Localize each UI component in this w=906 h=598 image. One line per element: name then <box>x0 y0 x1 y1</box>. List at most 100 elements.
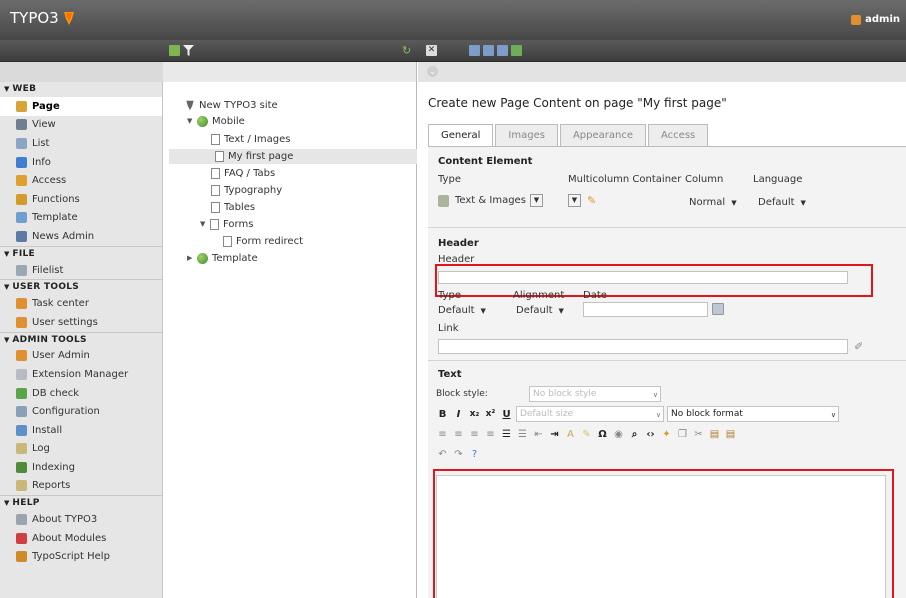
block-format-select[interactable]: No block format ∨ <box>667 406 839 422</box>
column-value: Normal <box>689 197 726 208</box>
paste-word-icon[interactable]: ▤ <box>724 428 737 441</box>
module-item-access[interactable]: Access <box>0 171 162 190</box>
section-web[interactable]: ▼ WEB <box>0 82 162 97</box>
link-input[interactable] <box>438 339 848 354</box>
collapse-icon[interactable]: ⌄ <box>427 66 438 77</box>
section-admin-tools[interactable]: ▼ ADMIN TOOLS <box>0 331 162 347</box>
alignment-select[interactable]: Default ▼ <box>516 305 564 316</box>
module-item-functions[interactable]: Functions <box>0 190 162 209</box>
filter-icon[interactable] <box>183 45 194 56</box>
module-item-user-settings[interactable]: User settings <box>0 313 162 332</box>
module-item-info[interactable]: Info <box>0 153 162 172</box>
close-icon[interactable]: ✕ <box>426 45 437 56</box>
italic-icon[interactable]: I <box>452 408 465 421</box>
save-new-icon[interactable] <box>497 45 508 56</box>
save-close-icon[interactable] <box>511 45 522 56</box>
module-item-install[interactable]: Install <box>0 421 162 440</box>
save-icon[interactable] <box>469 45 480 56</box>
module-item-extension-manager[interactable]: Extension Manager <box>0 365 162 384</box>
tree-node-form-redirect[interactable]: Form redirect <box>223 234 303 249</box>
expand-arrow-icon[interactable]: ▼ <box>187 114 193 129</box>
module-item-list[interactable]: List <box>0 134 162 153</box>
section-help[interactable]: ▼ HELP <box>0 495 162 510</box>
unordered-list-icon[interactable]: ☰ <box>516 428 529 441</box>
bold-icon[interactable]: B <box>436 408 449 421</box>
expand-arrow-icon[interactable]: ▶ <box>187 251 193 266</box>
align-left-icon[interactable]: ≡ <box>436 428 449 441</box>
module-item-log[interactable]: Log <box>0 440 162 459</box>
section-file[interactable]: ▼ FILE <box>0 245 162 261</box>
tree-root[interactable]: New TYPO3 site <box>185 98 278 113</box>
tab-general[interactable]: General <box>428 124 494 147</box>
install-icon <box>16 424 27 436</box>
module-item-configuration[interactable]: Configuration <box>0 402 162 421</box>
tab-appearance[interactable]: Appearance <box>559 124 646 146</box>
spellcheck-icon[interactable]: ◉ <box>612 428 625 441</box>
special-char-icon[interactable]: Ω <box>596 428 609 441</box>
module-item-template[interactable]: Template <box>0 209 162 228</box>
align-center-icon[interactable]: ≡ <box>452 428 465 441</box>
html-source-icon[interactable]: ‹› <box>644 428 657 441</box>
type-select[interactable]: Text & Images ▼ <box>438 194 543 207</box>
copy-icon[interactable]: ❐ <box>676 428 689 441</box>
paste-icon[interactable]: ▤ <box>708 428 721 441</box>
tree-node-page[interactable]: FAQ / Tabs <box>211 166 275 181</box>
tree-node-page[interactable]: Typography <box>211 183 282 198</box>
module-item-filelist[interactable]: Filelist <box>0 261 162 280</box>
tab-images[interactable]: Images <box>495 124 558 146</box>
highlight-icon[interactable]: ✎ <box>580 428 593 441</box>
ordered-list-icon[interactable]: ☰ <box>500 428 513 441</box>
multicolumn-select[interactable]: ▼ ✎ <box>568 194 596 207</box>
font-size-select[interactable]: Default size ∨ <box>516 406 664 422</box>
typo3-logo[interactable]: TYPO3 <box>10 9 75 27</box>
tree-node-page[interactable]: Tables <box>211 200 255 215</box>
tree-node-forms[interactable]: ▼ Forms <box>200 217 253 232</box>
justify-icon[interactable]: ≡ <box>484 428 497 441</box>
save-view-icon[interactable] <box>483 45 494 56</box>
module-item-task-center[interactable]: Task center <box>0 294 162 313</box>
header-type-select[interactable]: Default ▼ <box>438 305 486 316</box>
module-item-indexing[interactable]: Indexing <box>0 458 162 477</box>
module-item-typoscript-help[interactable]: TypoScript Help <box>0 547 162 566</box>
module-item-reports[interactable]: Reports <box>0 477 162 496</box>
chevron-down-icon: ▼ <box>529 194 543 207</box>
refresh-icon[interactable]: ↻ <box>402 45 413 56</box>
link-wizard-icon[interactable]: ✐ <box>854 340 863 353</box>
module-item-about-typo3[interactable]: About TYPO3 <box>0 510 162 529</box>
tree-node-page-selected[interactable]: My first page <box>169 149 417 164</box>
module-item-db-check[interactable]: DB check <box>0 384 162 403</box>
module-item-about-modules[interactable]: About Modules <box>0 529 162 548</box>
superscript-icon[interactable]: x² <box>484 408 497 421</box>
tree-node-mobile[interactable]: ▼ Mobile <box>187 114 245 129</box>
subscript-icon[interactable]: x₂ <box>468 408 481 421</box>
tab-access[interactable]: Access <box>648 124 709 146</box>
module-item-view[interactable]: View <box>0 116 162 135</box>
redo-icon[interactable]: ↷ <box>452 448 465 461</box>
help-icon[interactable]: ? <box>468 448 481 461</box>
clean-icon[interactable]: ✦ <box>660 428 673 441</box>
calendar-icon[interactable] <box>712 303 724 315</box>
module-item-page[interactable]: Page <box>0 97 162 116</box>
outdent-icon[interactable]: ⇤ <box>532 428 545 441</box>
underline-icon[interactable]: U <box>500 408 513 421</box>
user-menu[interactable]: admin <box>851 14 900 25</box>
date-input[interactable] <box>583 302 708 317</box>
tree-node-template[interactable]: ▶ Template <box>187 251 258 266</box>
language-select[interactable]: Default ▼ <box>758 197 806 208</box>
cut-icon[interactable]: ✂ <box>692 428 705 441</box>
module-label: About Modules <box>32 532 107 544</box>
section-user-tools[interactable]: ▼ USER TOOLS <box>0 279 162 294</box>
tree-node-page[interactable]: Text / Images <box>211 132 290 147</box>
text-color-icon[interactable]: A <box>564 428 577 441</box>
column-select[interactable]: Normal ▼ <box>689 197 737 208</box>
module-item-news-admin[interactable]: News Admin <box>0 227 162 246</box>
block-style-select[interactable]: No block style ∨ <box>529 386 661 402</box>
indent-icon[interactable]: ⇥ <box>548 428 561 441</box>
expand-arrow-icon[interactable]: ▼ <box>200 217 206 232</box>
find-replace-icon[interactable]: ⌕ <box>628 428 641 441</box>
new-page-icon[interactable] <box>169 45 180 56</box>
edit-pencil-icon[interactable]: ✎ <box>587 194 596 207</box>
module-item-user-admin[interactable]: User Admin <box>0 347 162 366</box>
align-right-icon[interactable]: ≡ <box>468 428 481 441</box>
undo-icon[interactable]: ↶ <box>436 448 449 461</box>
